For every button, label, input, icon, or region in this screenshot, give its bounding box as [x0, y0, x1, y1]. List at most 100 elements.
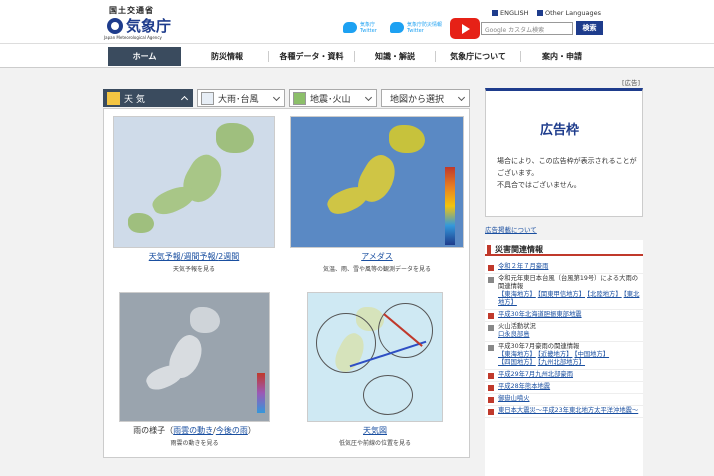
bullet-icon — [488, 313, 494, 319]
disaster-item-text[interactable]: 令和２年７月豪雨 — [498, 263, 548, 270]
chevron-down-icon — [457, 93, 466, 102]
map-land — [128, 213, 154, 233]
disaster-list-item[interactable]: 令和２年７月豪雨 — [485, 262, 643, 274]
search-input[interactable]: Google カスタム検索 — [481, 22, 573, 35]
twitter1-sub: Twitter — [360, 27, 377, 34]
forecast-map-image[interactable] — [113, 116, 275, 248]
link-rain-clouds[interactable]: 雨雲の動き — [173, 426, 213, 435]
language-square-icon — [537, 10, 543, 16]
disaster-sub-link[interactable]: 【東海地方】 — [498, 291, 536, 298]
tab-earthquake-volcano[interactable]: 地震･火山 — [289, 89, 377, 107]
link-future-rain[interactable]: 今後の雨 — [216, 426, 248, 435]
disaster-list-item[interactable]: 御嶽山噴火 — [485, 394, 643, 406]
other-languages-link[interactable]: Other Languages — [537, 9, 601, 17]
map-legend — [445, 167, 455, 245]
ad-label: [広告] — [622, 79, 641, 87]
isobar — [363, 375, 413, 415]
link-weather-chart[interactable]: 天気図 — [307, 425, 443, 436]
twitter-bird-icon — [390, 22, 404, 33]
amedas-map-image[interactable] — [290, 116, 464, 248]
disaster-item-text[interactable]: 東日本大震災〜平成23年東北地方太平洋沖地震〜 — [498, 407, 638, 414]
disaster-sub-link[interactable]: 【東海地方】 — [498, 351, 536, 358]
youtube-icon[interactable] — [450, 18, 480, 39]
disaster-list-item: 火山活動状況 口永良部島 — [485, 322, 643, 342]
ad-info-link[interactable]: 広告掲載について — [485, 224, 537, 234]
disaster-item-text[interactable]: 御嶽山噴火 — [498, 395, 529, 402]
disaster-item-text[interactable]: 平成29年7月九州北部豪雨 — [498, 371, 573, 378]
disaster-list-item[interactable]: 平成28年熊本地震 — [485, 382, 643, 394]
search-button[interactable]: 検索 — [576, 21, 603, 35]
disaster-sub-link[interactable]: 【関東甲信地方】 — [538, 291, 585, 298]
map-land — [389, 125, 425, 153]
english-square-icon — [492, 10, 498, 16]
nav-home[interactable]: ホーム — [108, 47, 181, 66]
bullet-icon — [488, 397, 494, 403]
nav-disaster-info[interactable]: 防災情報 — [186, 49, 268, 64]
rain-desc: 雨雲の動きを見る — [170, 440, 219, 447]
nav-guide[interactable]: 案内・申請 — [521, 49, 603, 64]
map-land — [216, 123, 254, 153]
disaster-list-item[interactable]: 平成30年北海道胆振東部地震 — [485, 310, 643, 322]
forecast-desc: 天気予報を見る — [172, 266, 215, 273]
disaster-sub-links: 【東海地方】 【近畿地方】 【中国地方】【四国地方】 【九州北部地方】 — [498, 351, 643, 367]
forecast-links: 天気予報/週間予報/2週間 — [148, 252, 240, 261]
disaster-heading: 災害関連情報 — [485, 240, 643, 256]
ad-text: 場合により、この広告枠が表示されることがございます。 不具合ではございません。 — [497, 157, 637, 189]
disaster-item-text: 平成30年7月豪雨の関連情報 — [498, 343, 580, 350]
disaster-item-text[interactable]: 平成28年熊本地震 — [498, 383, 550, 390]
disaster-sub-link[interactable]: 口永良部島 — [498, 331, 529, 338]
link-weekly[interactable]: 週間予報 — [183, 252, 215, 261]
twitter2-sub: Twitter — [407, 27, 424, 34]
english-link[interactable]: ENGLISH — [492, 9, 529, 17]
agency-en-label: Japan Meteorological Agency — [104, 35, 162, 40]
twitter-bousai-link[interactable]: 気象庁防災情報 Twitter — [390, 19, 442, 36]
nav-data[interactable]: 各種データ・資料 — [269, 49, 354, 64]
map-land — [190, 307, 220, 333]
chevron-down-icon — [272, 93, 281, 102]
twitter-jma-link[interactable]: 気象庁 Twitter — [343, 19, 377, 36]
bullet-icon — [488, 409, 494, 415]
bullet-icon — [488, 277, 494, 283]
disaster-sub-link[interactable]: 【中国地方】 — [574, 351, 609, 358]
nav-about[interactable]: 気象庁について — [436, 49, 520, 64]
link-amedas[interactable]: アメダス — [290, 251, 464, 262]
disaster-sub-link[interactable]: 【近畿地方】 — [538, 351, 573, 358]
link-forecast[interactable]: 天気予報 — [149, 252, 181, 261]
bullet-icon — [488, 373, 494, 379]
tab-weather[interactable]: 天 気 — [103, 89, 193, 107]
bullet-icon — [488, 325, 494, 331]
disaster-list-item[interactable]: 東日本大震災〜平成23年東北地方太平洋沖地震〜 — [485, 406, 643, 418]
bullet-icon — [488, 265, 494, 271]
amedas-desc: 気温、雨、雪や風等の観測データを見る — [322, 266, 431, 273]
agency-logo-text[interactable]: 気象庁 — [126, 15, 171, 36]
nav-knowledge[interactable]: 知識・解説 — [355, 49, 435, 64]
tab-select-map[interactable]: 地図から選択 — [381, 89, 470, 107]
chevron-up-icon — [180, 95, 189, 104]
site-header: 国土交通省 気象庁 Japan Meteorological Agency 気象… — [0, 0, 714, 43]
tab-rain-typhoon[interactable]: 大雨･台風 — [197, 89, 285, 107]
mountain-icon — [293, 91, 306, 105]
link-2weeks[interactable]: 2週間 — [218, 252, 239, 261]
disaster-item-text: 令和元年東日本台風（台風第19号）による大雨の関連情報 — [498, 275, 639, 290]
chart-desc: 低気圧や前線の位置を見る — [338, 440, 411, 447]
disaster-item-text[interactable]: 平成30年北海道胆振東部地震 — [498, 311, 582, 318]
disaster-sub-link[interactable]: 【九州北部地方】 — [538, 359, 585, 366]
disaster-list-item[interactable]: 平成29年7月九州北部豪雨 — [485, 370, 643, 382]
disaster-sub-link[interactable]: 【北陸地方】 — [587, 291, 622, 298]
chevron-down-icon — [364, 93, 373, 102]
ad-title: 広告枠 — [540, 123, 580, 138]
ad-box[interactable]: 広告枠 場合により、この広告枠が表示されることがございます。 不具合ではございま… — [485, 88, 643, 217]
sun-icon — [107, 91, 120, 105]
jma-logo-icon[interactable] — [107, 18, 123, 34]
disaster-sub-link[interactable]: 【四国地方】 — [498, 359, 536, 366]
disaster-list: 令和２年７月豪雨 令和元年東日本台風（台風第19号）による大雨の関連情報 【東海地方… — [485, 262, 643, 418]
rain-map-image[interactable] — [119, 292, 270, 422]
disaster-info-box: 災害関連情報 令和２年７月豪雨令和元年東日本台風（台風第19号）による大雨の関連… — [485, 240, 643, 476]
map-legend — [257, 373, 265, 413]
isobar — [316, 313, 376, 373]
disaster-list-item: 平成30年7月豪雨の関連情報 【東海地方】 【近畿地方】 【中国地方】【四国地方】 【九… — [485, 342, 643, 370]
disaster-sub-links: 口永良部島 — [498, 331, 643, 339]
weather-chart-image[interactable] — [307, 292, 443, 422]
weather-panel: 天気予報/週間予報/2週間 天気予報を見る アメダス 気温、雨、雪や風等の観測デ… — [103, 108, 470, 458]
global-nav: ホーム 防災情報 各種データ・資料 知識・解説 気象庁について 案内・申請 — [0, 43, 714, 68]
